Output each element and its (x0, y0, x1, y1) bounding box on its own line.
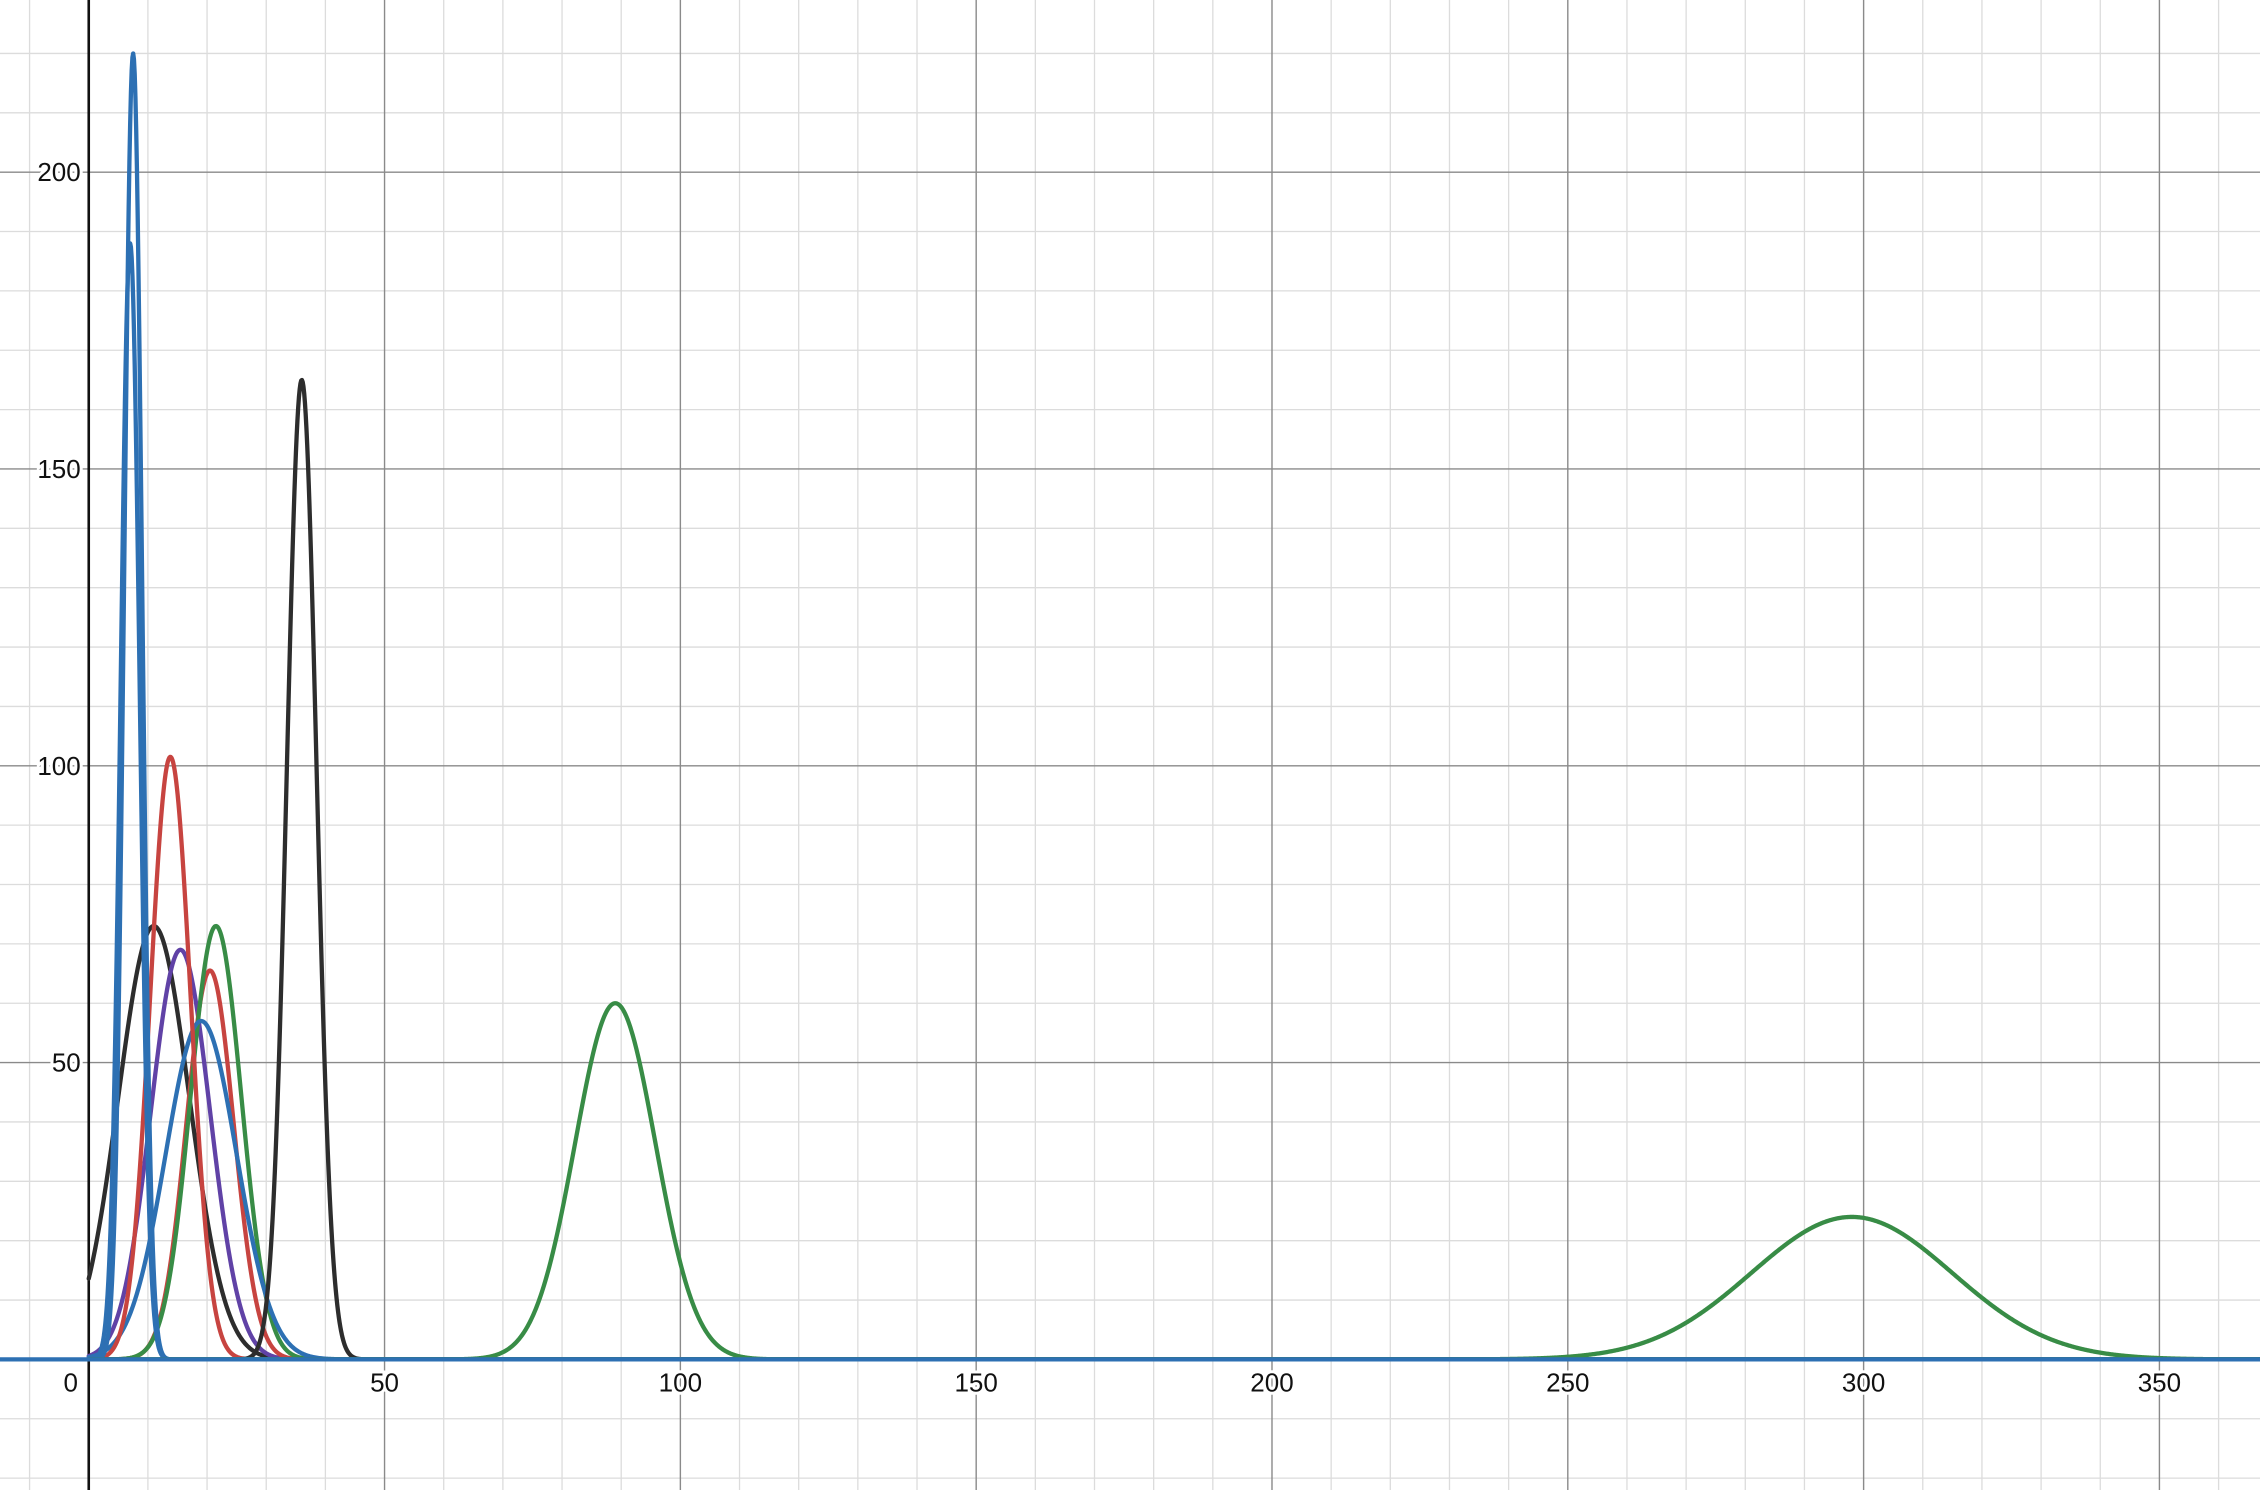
x-tick-label: 50 (370, 1367, 399, 1397)
x-tick-label: 100 (659, 1367, 702, 1397)
minor-gridlines (0, 0, 2260, 1490)
chart-plot-area: 0 50 100 150 200 250 300 350 50 100 150 200 (0, 0, 2260, 1490)
y-tick-label: 150 (37, 454, 80, 484)
y-tick-label: 100 (37, 751, 80, 781)
y-tick-label: 50 (52, 1048, 81, 1078)
x-tick-label: 250 (1546, 1367, 1589, 1397)
series-curve-3 (86, 968, 2260, 1362)
x-tick-label: 350 (2138, 1367, 2181, 1397)
tick-labels: 0 50 100 150 200 250 300 350 50 100 150 200 (34, 154, 2184, 1400)
series-curve-7 (86, 377, 2260, 1362)
series-curve-6 (86, 754, 2260, 1362)
x-tick-label: 200 (1250, 1367, 1293, 1397)
series-curve-4 (86, 923, 2260, 1362)
series-curve-2 (86, 947, 2260, 1362)
y-tick-label: 200 (37, 157, 80, 187)
series-curve-8 (86, 241, 2260, 1362)
series-curve-11 (86, 1214, 2260, 1362)
major-gridlines (0, 0, 2260, 1490)
x-tick-label: 300 (1842, 1367, 1885, 1397)
axes (0, 0, 2260, 1490)
x-tick-label: 0 (64, 1367, 78, 1397)
x-tick-label: 150 (954, 1367, 997, 1397)
series-curve-1 (86, 923, 2260, 1362)
series-curve-5 (86, 1018, 2260, 1362)
